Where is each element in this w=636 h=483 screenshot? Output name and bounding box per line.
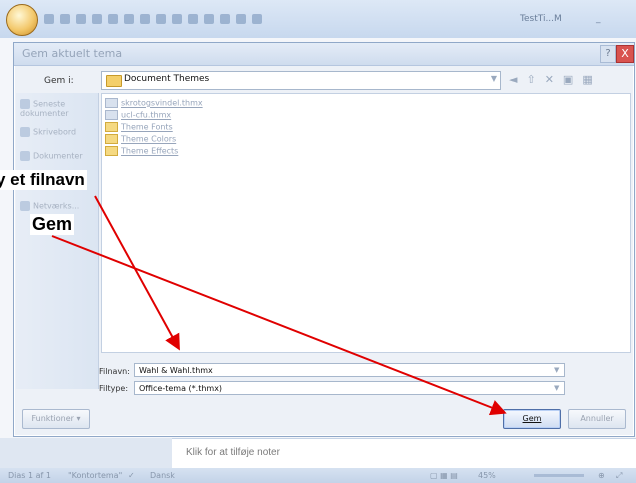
annotation-save: Gem (30, 214, 75, 235)
arrow-to-save-button (51, 235, 507, 416)
arrow-to-filename (94, 195, 180, 351)
annotation-arrows (51, 195, 507, 416)
annotation-filename: y et filnavn (0, 170, 87, 190)
